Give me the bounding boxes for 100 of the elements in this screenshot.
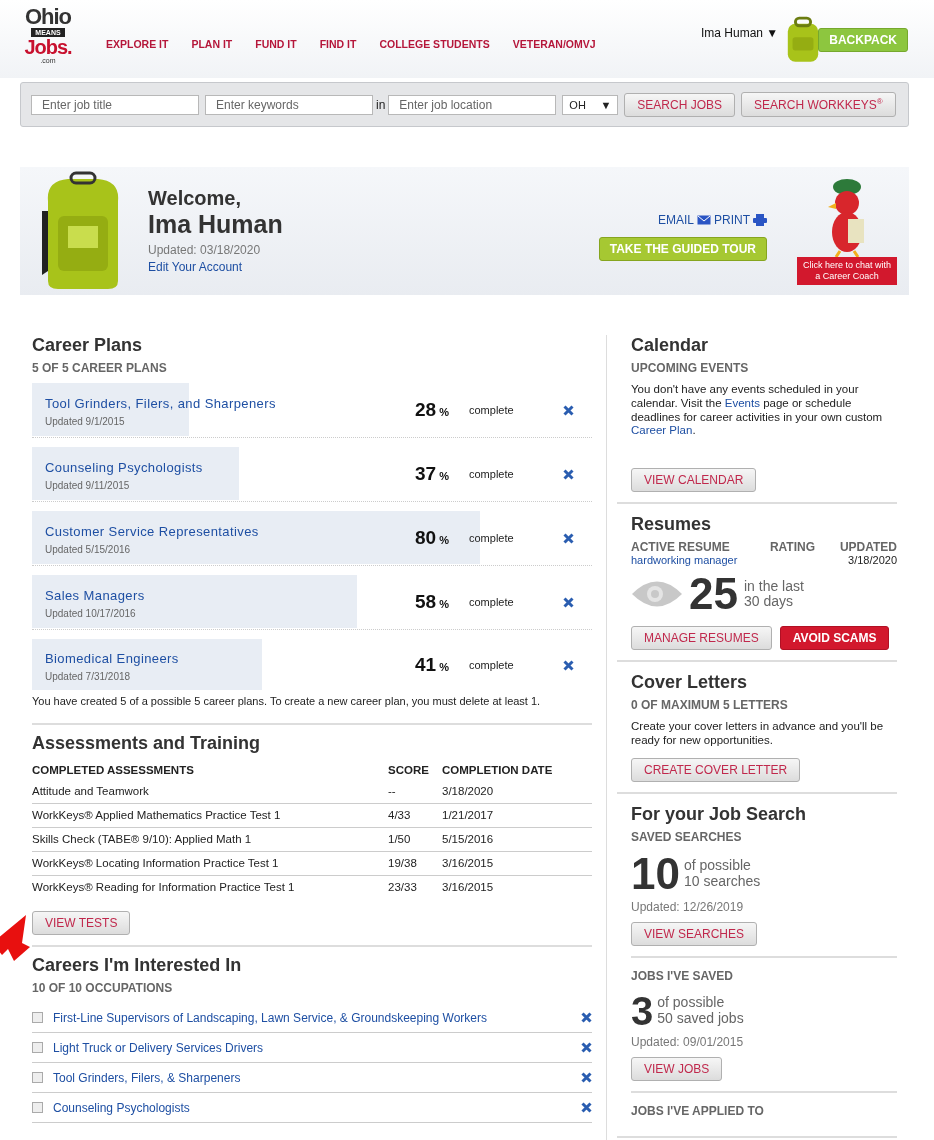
section-subtitle: 10 OF 10 OCCUPATIONS: [32, 981, 174, 995]
table-cell: 4/33: [388, 803, 442, 828]
delete-icon[interactable]: [563, 532, 574, 544]
updated-date: Updated: 12/26/2019: [631, 899, 745, 914]
search-workkeys-button[interactable]: SEARCH WORKKEYS$^{®}$: [741, 92, 896, 117]
delete-icon[interactable]: [563, 596, 574, 608]
updated-date: Updated 9/1/2015: [45, 415, 126, 427]
view-jobs-button[interactable]: VIEW JOBS: [631, 1056, 723, 1081]
section-title: Cover Letters: [631, 672, 749, 694]
delete-icon[interactable]: [563, 659, 574, 671]
events-link[interactable]: Events: [724, 396, 760, 409]
nav-link[interactable]: COLLEGE STUDENTS: [379, 38, 490, 50]
edit-account-link[interactable]: Edit Your Account: [148, 260, 243, 274]
manage-resumes-button[interactable]: MANAGE RESUMES: [631, 626, 772, 651]
delete-icon[interactable]: [563, 404, 574, 416]
nav-link[interactable]: FUND IT: [255, 38, 297, 50]
career-plan-link[interactable]: Sales Managers: [45, 587, 145, 603]
checkbox[interactable]: [32, 1042, 43, 1053]
updated-date: Updated 7/31/2018: [45, 670, 132, 682]
view-period: in the last 30 days: [743, 578, 804, 610]
section-title: Assessments and Training: [32, 733, 262, 754]
nav-link[interactable]: EXPLORE IT: [106, 38, 169, 50]
section-title: Career Plans: [32, 335, 144, 356]
table-cell: WorkKeys® Locating Information Practice Test 1: [32, 851, 388, 876]
job-title-field[interactable]: Enter job title: [31, 94, 199, 115]
status-text: complete: [469, 404, 515, 416]
table-cell: 3/16/2015: [442, 875, 592, 899]
section-subtitle: 5 OF 5 CAREER PLANS: [32, 361, 168, 375]
limit-note: You have created 5 of a possible 5 career plans. To create a new career plan, you must delete at least 1.: [32, 695, 542, 707]
calendar-message: You don't have any events scheduled in your calendar. Visit the Events page or schedule deadlines for career activities in your own custom Career Plan.: [631, 383, 884, 439]
print-link[interactable]: PRINT: [714, 213, 750, 227]
in-label: in: [376, 97, 386, 112]
table-cell: 3/16/2015: [442, 851, 592, 876]
table-cell: 3/18/2020: [442, 780, 592, 804]
checkbox[interactable]: [32, 1012, 43, 1023]
location-field[interactable]: Enter job location: [388, 94, 557, 115]
section-subtitle: UPCOMING EVENTS: [631, 361, 750, 375]
career-plan-link[interactable]: Counseling Psychologists: [45, 459, 203, 475]
envelope-icon: [697, 215, 711, 225]
career-plan-link[interactable]: Tool Grinders, Filers, and Sharpeners: [45, 395, 276, 411]
career-link[interactable]: First-Line Supervisors of Landscaping, Lawn Service, & Groundskeeping Workers: [53, 1010, 575, 1025]
column-header: SCORE: [388, 760, 442, 780]
column-header: COMPLETION DATE: [442, 763, 554, 778]
delete-icon[interactable]: [581, 1012, 592, 1023]
section-title: Careers I'm Interested In: [32, 955, 243, 976]
table-cell: Attitude and Teamwork: [32, 780, 388, 804]
resume-link[interactable]: hardworking manager: [631, 554, 770, 567]
column-header: UPDATED: [839, 540, 897, 555]
checkbox[interactable]: [32, 1102, 43, 1113]
table-cell: 23/33: [388, 875, 442, 899]
state-dropdown[interactable]: OH ▼: [562, 94, 619, 115]
cover-letter-message: Create your cover letters in advance and you'll be ready for new opportunities.: [631, 720, 885, 748]
career-link[interactable]: Tool Grinders, Filers, & Sharpeners: [53, 1070, 575, 1085]
search-jobs-button[interactable]: SEARCH JOBS: [624, 92, 736, 117]
updated-date: 3/18/2020: [847, 554, 897, 567]
status-text: complete: [469, 468, 515, 480]
table-cell: 1/50: [388, 827, 442, 852]
search-limit: of possible 10 searches: [683, 858, 761, 890]
section-title: Calendar: [631, 335, 710, 356]
table-cell: Skills Check (TABE® 9/10): Applied Math 1: [32, 827, 388, 852]
saved-job-limit: of possible 50 saved jobs: [657, 995, 744, 1027]
table-cell: 5/15/2016: [442, 827, 592, 852]
chat-coach-button[interactable]: Click here to chat with a Career Coach: [797, 257, 897, 285]
nav-link[interactable]: FIND IT: [319, 38, 357, 50]
career-link[interactable]: Light Truck or Delivery Services Drivers: [53, 1040, 575, 1055]
welcome-greeting: Welcome,: [148, 187, 242, 210]
delete-icon[interactable]: [563, 468, 574, 480]
delete-icon[interactable]: [581, 1042, 592, 1053]
checkbox[interactable]: [32, 1072, 43, 1083]
delete-icon[interactable]: [581, 1102, 592, 1113]
keywords-field[interactable]: Enter keywords: [205, 94, 373, 115]
search-count: 10: [631, 851, 680, 896]
column-header: COMPLETED ASSESSMENTS: [32, 760, 388, 780]
user-name: Ima Human: [148, 210, 284, 239]
section-subtitle: 0 OF MAXIMUM 5 LETTERS: [631, 698, 789, 713]
status-text: complete: [469, 659, 515, 671]
table-cell: 1/21/2017: [442, 803, 592, 828]
email-link[interactable]: EMAIL: [658, 213, 694, 227]
avoid-scams-button[interactable]: AVOID SCAMS: [779, 626, 890, 651]
section-title: For your Job Search: [631, 803, 808, 825]
career-link[interactable]: Counseling Psychologists: [53, 1100, 575, 1115]
section-title: Resumes: [631, 514, 713, 536]
career-plan-link[interactable]: Biomedical Engineers: [45, 650, 179, 666]
nav-link[interactable]: PLAN IT: [191, 38, 233, 50]
view-count: 25: [689, 572, 738, 617]
percent-value: 28%: [415, 399, 450, 421]
create-cover-letter-button[interactable]: CREATE COVER LETTER: [631, 757, 801, 782]
percent-value: 41%: [415, 654, 450, 676]
view-tests-button[interactable]: VIEW TESTS: [32, 911, 131, 935]
section-subtitle: JOBS I'VE APPLIED TO: [631, 1103, 765, 1118]
delete-icon[interactable]: [581, 1072, 592, 1083]
user-menu[interactable]: Ima Human ▼: [701, 26, 779, 40]
nav-link[interactable]: VETERAN/OMVJ: [512, 38, 596, 50]
section-subtitle: JOBS I'VE SAVED: [631, 968, 734, 983]
career-plan-link[interactable]: Customer Service Representatives: [45, 523, 259, 539]
view-searches-button[interactable]: VIEW SEARCHES: [631, 921, 758, 946]
updated-date: Updated 5/15/2016: [45, 543, 132, 555]
status-text: complete: [469, 532, 515, 544]
column-header: RATING: [769, 540, 816, 555]
view-calendar-button[interactable]: VIEW CALENDAR: [631, 468, 757, 493]
